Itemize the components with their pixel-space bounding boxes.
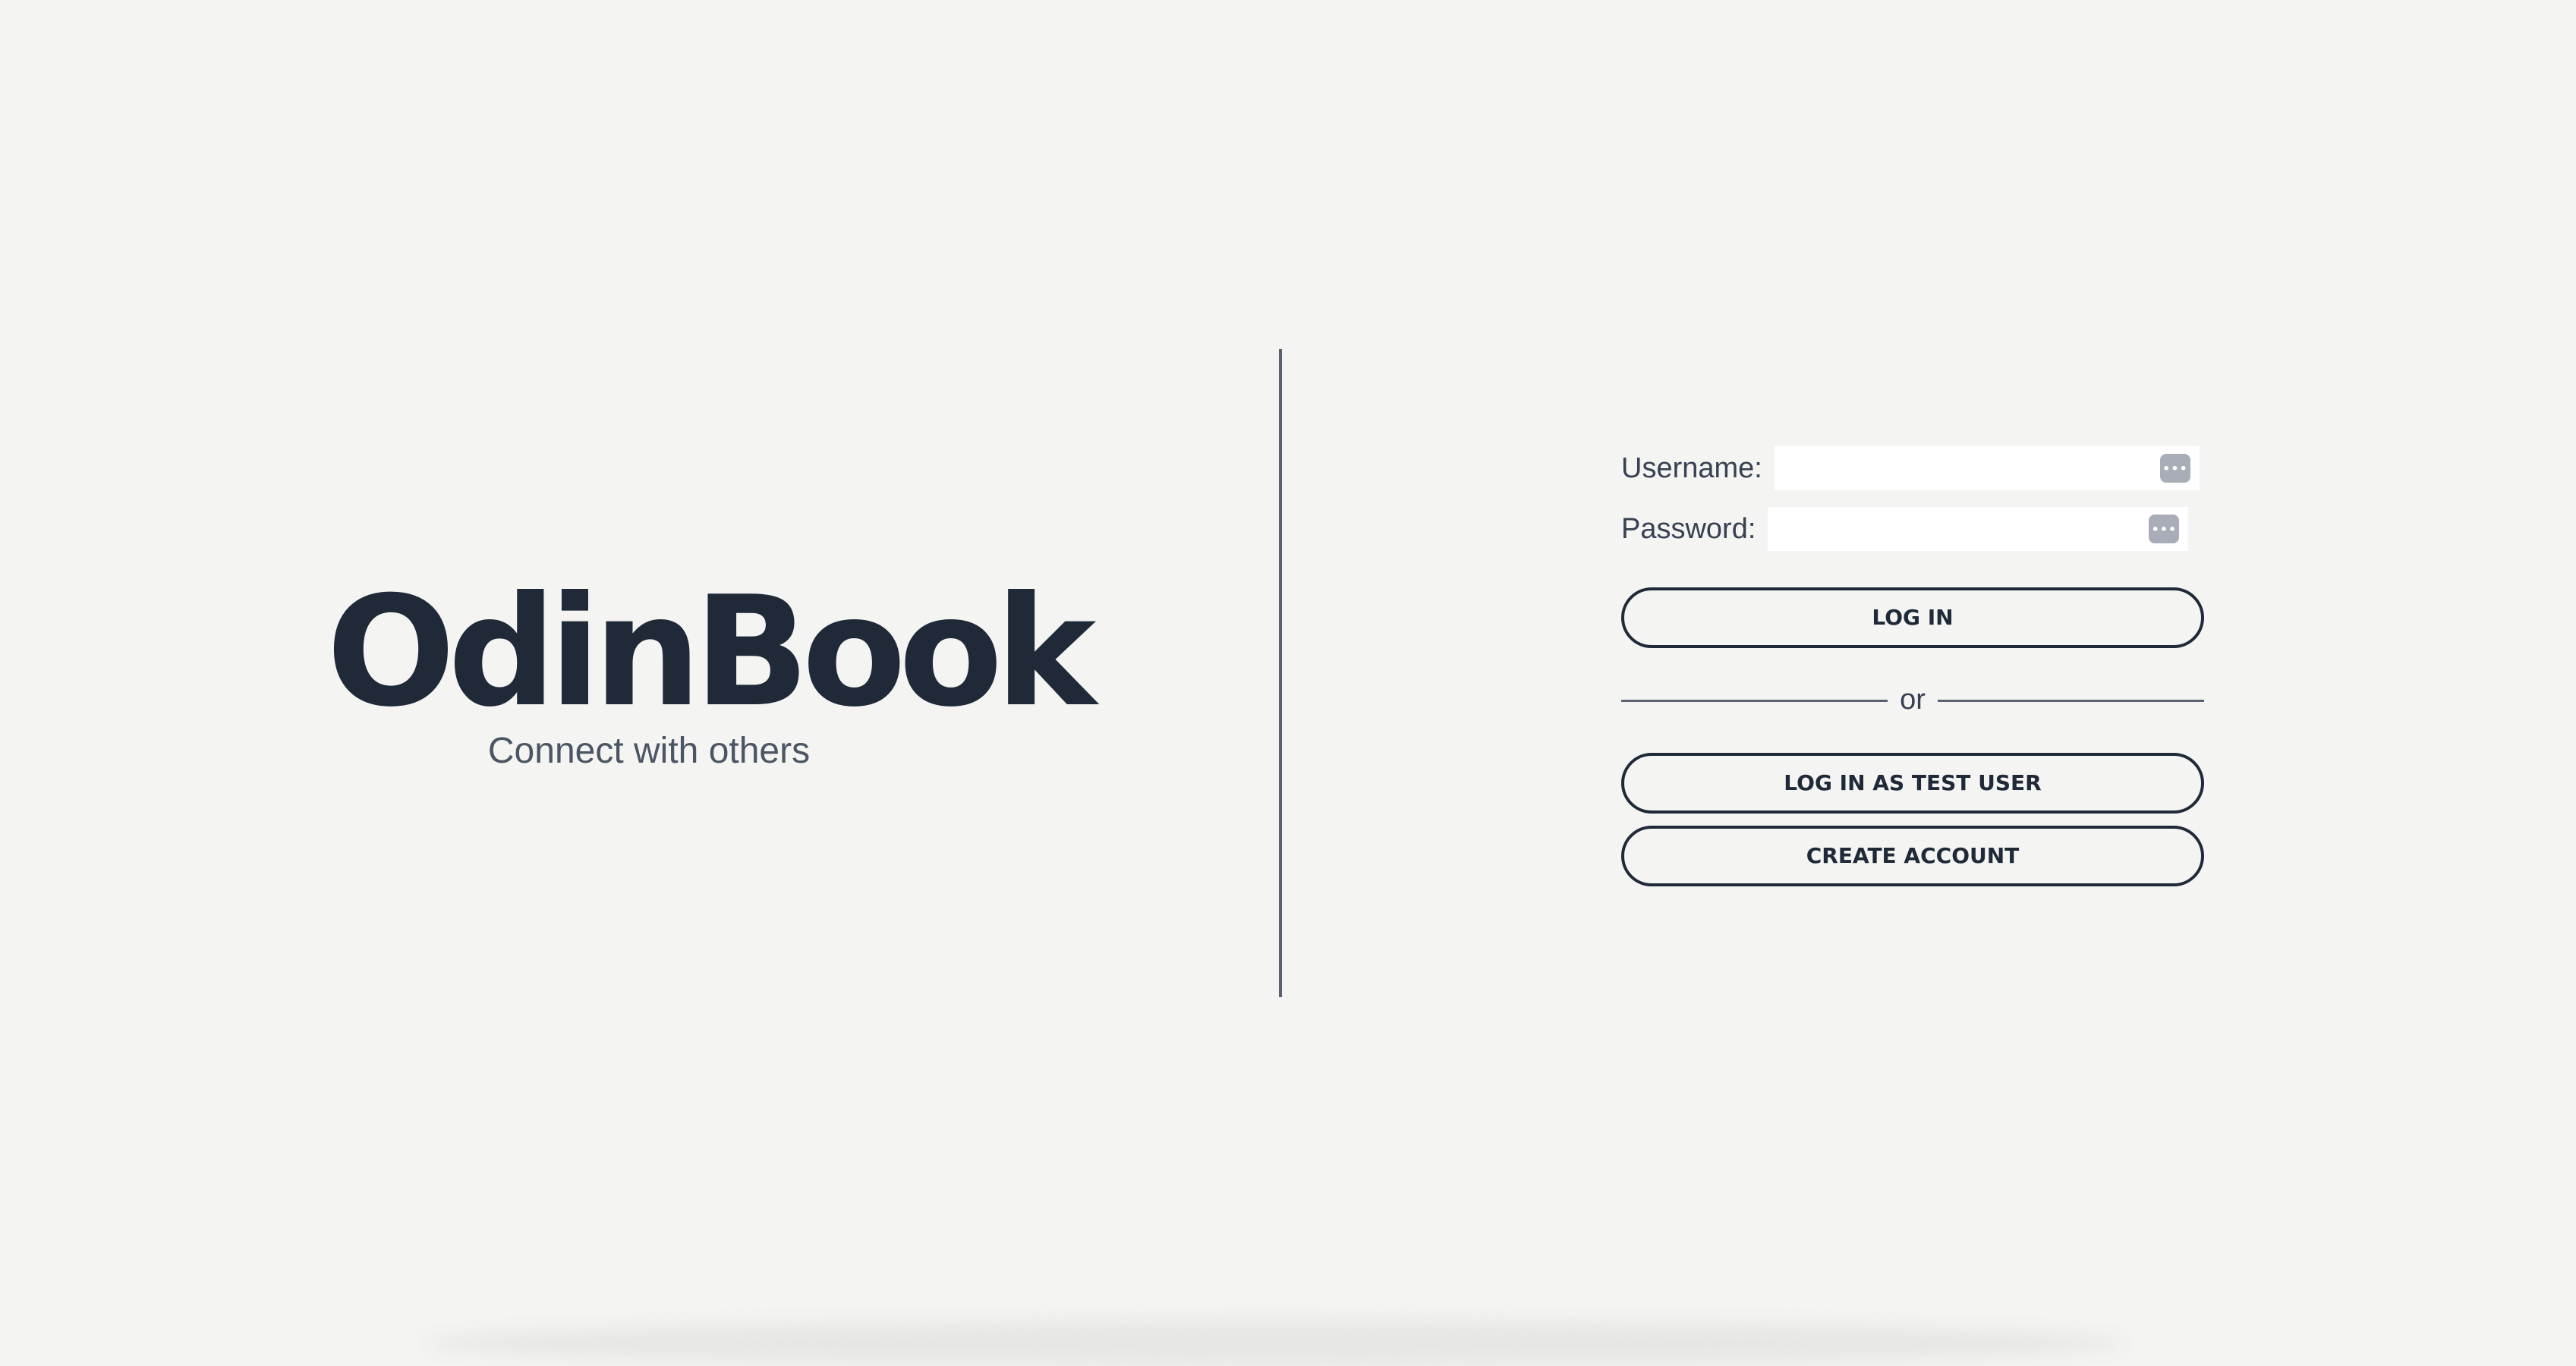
password-autofill-icon[interactable]: ••• bbox=[2149, 515, 2180, 543]
bottom-shadow bbox=[425, 1320, 2125, 1366]
vertical-divider bbox=[1279, 349, 1282, 997]
password-row: Password: ••• bbox=[1621, 507, 2204, 551]
username-input-wrap: ••• bbox=[1774, 446, 2200, 490]
separator-line-right bbox=[1937, 699, 2205, 702]
create-account-button[interactable]: CREATE ACCOUNT bbox=[1621, 826, 2204, 886]
or-separator: or bbox=[1621, 681, 2205, 719]
password-label: Password: bbox=[1621, 512, 1756, 545]
separator-text: or bbox=[1900, 683, 1926, 716]
login-form: Username: ••• Password: ••• LOG IN or LO… bbox=[1621, 446, 2205, 886]
brand-block: OdinBook Connect with others bbox=[326, 564, 1096, 774]
username-label: Username: bbox=[1621, 452, 1762, 484]
password-input[interactable] bbox=[1768, 507, 2189, 551]
login-test-user-button[interactable]: LOG IN AS TEST USER bbox=[1621, 753, 2204, 814]
password-autofill-icon[interactable]: ••• bbox=[2159, 454, 2190, 483]
app-title: OdinBook bbox=[326, 564, 1096, 741]
username-row: Username: ••• bbox=[1621, 446, 2204, 490]
login-button[interactable]: LOG IN bbox=[1621, 587, 2204, 648]
separator-line-left bbox=[1621, 699, 1888, 702]
username-input[interactable] bbox=[1774, 446, 2200, 490]
password-input-wrap: ••• bbox=[1768, 507, 2189, 551]
